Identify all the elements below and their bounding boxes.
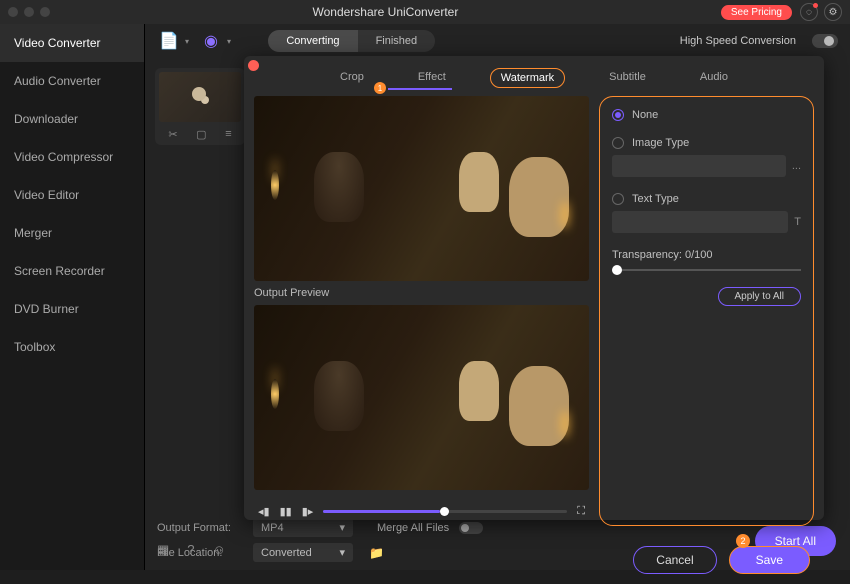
crop-icon[interactable]: ✂ bbox=[168, 128, 177, 141]
sidebar-item-video-editor[interactable]: Video Editor bbox=[0, 176, 144, 214]
file-thumbnail-card[interactable]: ✂ ▢ ≡ bbox=[155, 68, 245, 145]
more-icon[interactable]: ≡ bbox=[225, 128, 231, 141]
tab-finished[interactable]: Finished bbox=[358, 30, 436, 52]
status-tabs: Converting Finished bbox=[268, 30, 435, 52]
next-frame-icon[interactable]: ▮▸ bbox=[302, 505, 314, 518]
feedback-icon[interactable]: ☺ bbox=[213, 542, 226, 558]
high-speed-toggle[interactable] bbox=[812, 34, 838, 48]
high-speed-label: High Speed Conversion bbox=[680, 35, 796, 47]
pause-icon[interactable]: ▮▮ bbox=[280, 505, 292, 518]
tab-crop[interactable]: Crop bbox=[330, 68, 374, 88]
crop-box-icon[interactable]: ▢ bbox=[196, 128, 206, 141]
output-preview-label: Output Preview bbox=[254, 287, 589, 299]
sidebar-item-video-compressor[interactable]: Video Compressor bbox=[0, 138, 144, 176]
window-controls[interactable] bbox=[8, 7, 50, 17]
prev-frame-icon[interactable]: ◂▮ bbox=[258, 505, 270, 518]
titlebar: Wondershare UniConverter See Pricing ◌ ⚙ bbox=[0, 0, 850, 24]
text-input[interactable] bbox=[612, 211, 788, 233]
tab-underline bbox=[388, 88, 452, 90]
sidebar-item-toolbox[interactable]: Toolbox bbox=[0, 328, 144, 366]
annotation-badge-1: 1 bbox=[374, 82, 386, 94]
add-file-icon[interactable]: 📄 bbox=[157, 29, 181, 53]
sidebar-item-merger[interactable]: Merger bbox=[0, 214, 144, 252]
radio-image[interactable] bbox=[612, 137, 624, 149]
help-icon[interactable]: ? bbox=[187, 542, 194, 558]
sidebar-item-audio-converter[interactable]: Audio Converter bbox=[0, 62, 144, 100]
seek-slider[interactable] bbox=[323, 510, 567, 513]
chevron-down-icon[interactable]: ▾ bbox=[185, 37, 189, 46]
watermark-options: None Image Type ... Text Type bbox=[599, 96, 814, 526]
add-dvd-icon[interactable]: ◉ bbox=[199, 29, 223, 53]
text-style-icon[interactable]: T bbox=[794, 216, 801, 228]
user-icon[interactable]: ◌ bbox=[800, 3, 818, 21]
radio-none-label: None bbox=[632, 109, 658, 121]
browse-icon[interactable]: ... bbox=[792, 160, 801, 172]
annotation-badge-2: 2 bbox=[736, 534, 750, 548]
radio-text-label: Text Type bbox=[632, 193, 679, 205]
fullscreen-icon[interactable]: ⛶ bbox=[577, 505, 585, 518]
tab-watermark[interactable]: Watermark bbox=[490, 68, 565, 88]
sidebar-item-downloader[interactable]: Downloader bbox=[0, 100, 144, 138]
video-thumbnail bbox=[159, 72, 241, 122]
sidebar-item-video-converter[interactable]: Video Converter bbox=[0, 24, 144, 62]
chevron-down-icon[interactable]: ▾ bbox=[227, 37, 231, 46]
edit-tabs: Crop Effect Watermark Subtitle Audio 1 bbox=[244, 56, 824, 96]
tab-audio[interactable]: Audio bbox=[690, 68, 738, 88]
sidebar: Video Converter Audio Converter Download… bbox=[0, 24, 145, 570]
output-format-label: Output Format: bbox=[157, 522, 243, 534]
settings-icon[interactable]: ⚙ bbox=[824, 3, 842, 21]
image-path-input[interactable] bbox=[612, 155, 786, 177]
tab-effect[interactable]: Effect bbox=[408, 68, 456, 88]
tab-converting[interactable]: Converting bbox=[268, 30, 357, 52]
tab-subtitle[interactable]: Subtitle bbox=[599, 68, 656, 88]
player-controls: ◂▮ ▮▮ ▮▸ ⛶ bbox=[254, 496, 589, 526]
transparency-slider[interactable] bbox=[612, 269, 801, 271]
edit-modal: Crop Effect Watermark Subtitle Audio 1 O… bbox=[244, 56, 824, 520]
topbar: 📄 ▾ ◉ ▾ Converting Finished High Speed Con… bbox=[145, 24, 850, 58]
sidebar-item-screen-recorder[interactable]: Screen Recorder bbox=[0, 252, 144, 290]
radio-text[interactable] bbox=[612, 193, 624, 205]
grid-view-icon[interactable]: ▦ bbox=[157, 542, 169, 558]
output-preview bbox=[254, 305, 589, 490]
app-title: Wondershare UniConverter bbox=[50, 5, 721, 19]
radio-none[interactable] bbox=[612, 109, 624, 121]
transparency-label: Transparency: 0/100 bbox=[612, 249, 801, 261]
apply-to-all-button[interactable]: Apply to All bbox=[718, 287, 801, 306]
source-preview bbox=[254, 96, 589, 281]
radio-image-label: Image Type bbox=[632, 137, 689, 149]
sidebar-item-dvd-burner[interactable]: DVD Burner bbox=[0, 290, 144, 328]
see-pricing-button[interactable]: See Pricing bbox=[721, 5, 792, 20]
